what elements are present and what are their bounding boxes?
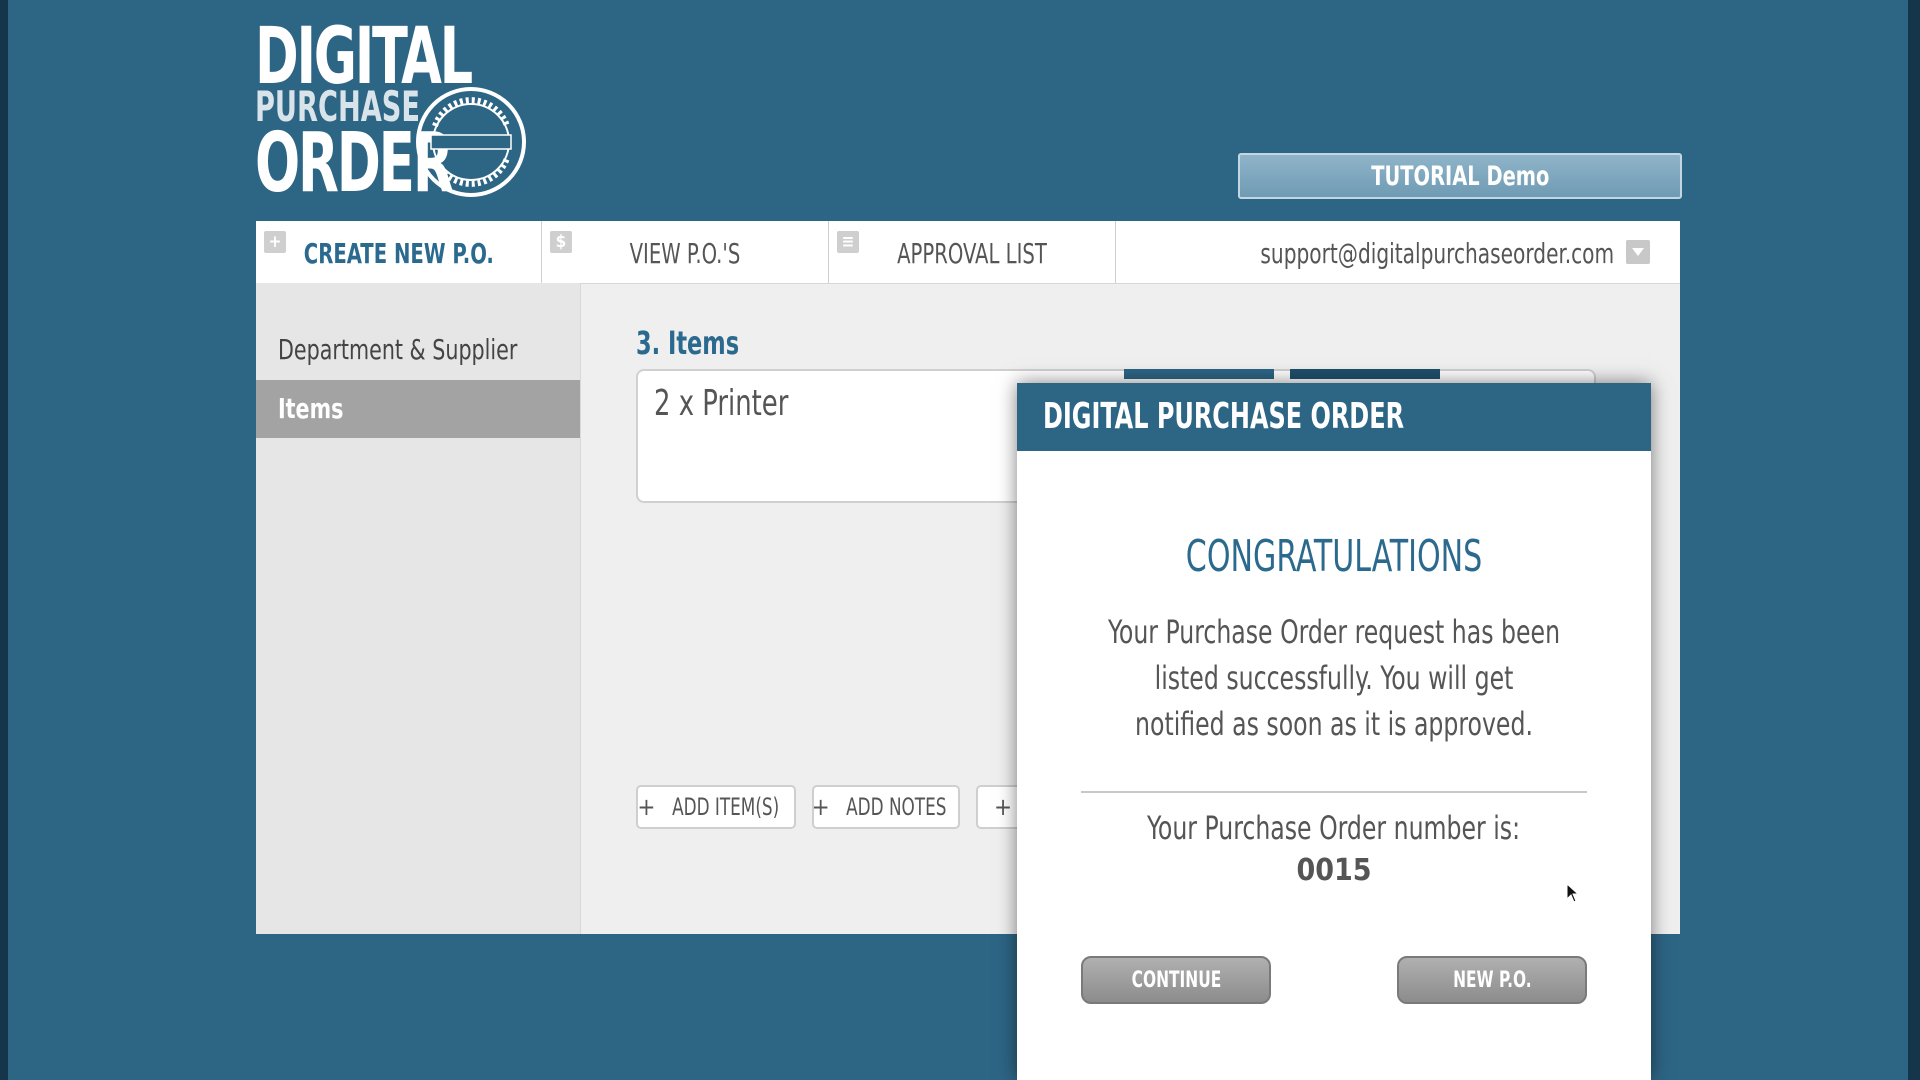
app-logo: DIGITAL PURCHASE ORDER (255, 18, 535, 205)
sidebar-item-label: Department & Supplier (278, 333, 518, 366)
congratulations-heading: CONGRATULATIONS (1185, 531, 1483, 582)
tutorial-demo-label: TUTORIAL Demo (1370, 160, 1550, 192)
step-sidebar: Department & Supplier Items (256, 283, 581, 934)
add-notes-button[interactable]: + ADD NOTES (812, 785, 960, 829)
new-po-label: NEW P.O. (1452, 967, 1532, 993)
screen-edge-right (1908, 0, 1920, 1080)
obscured-tab (1290, 369, 1440, 379)
seal-icon (416, 87, 526, 197)
continue-label: CONTINUE (1131, 967, 1221, 993)
success-message: Your Purchase Order request has been lis… (1107, 613, 1561, 743)
tab-create-new-po-label: CREATE NEW P.O. (303, 237, 494, 270)
divider (1081, 791, 1587, 793)
po-number: 0015 (1296, 853, 1372, 888)
po-number-label: Your Purchase Order number is: (1147, 809, 1521, 847)
tab-approval-list-label: APPROVAL LIST (897, 237, 1047, 270)
tab-create-new-po[interactable]: + CREATE NEW P.O. (256, 221, 542, 283)
add-notes-label: ADD NOTES (845, 793, 947, 821)
plus-icon: + (637, 793, 656, 821)
user-email: support@digitalpurchaseorder.com (1260, 237, 1614, 270)
tab-approval-list[interactable]: ≡ APPROVAL LIST (829, 221, 1116, 283)
sidebar-item-items[interactable]: Items (256, 380, 580, 438)
mouse-cursor-icon (1566, 883, 1580, 903)
continue-button[interactable]: CONTINUE (1081, 956, 1271, 1004)
success-modal: DIGITAL PURCHASE ORDER CONGRATULATIONS Y… (1017, 383, 1651, 1080)
user-account-menu[interactable]: support@digitalpurchaseorder.com (1116, 221, 1680, 283)
obscured-tab (1124, 369, 1274, 379)
tab-view-pos[interactable]: $ VIEW P.O.'S (542, 221, 829, 283)
tutorial-demo-button[interactable]: TUTORIAL Demo (1238, 153, 1682, 199)
items-text: 2 x Printer (654, 383, 789, 424)
tab-view-pos-label: VIEW P.O.'S (629, 237, 741, 270)
new-po-button[interactable]: NEW P.O. (1397, 956, 1587, 1004)
screen-edge-left (0, 0, 8, 1080)
sidebar-item-department-supplier[interactable]: Department & Supplier (256, 321, 580, 379)
plus-icon: + (811, 793, 830, 821)
section-title: 3. Items (636, 324, 740, 362)
add-items-button[interactable]: + ADD ITEM(S) (636, 785, 796, 829)
add-items-label: ADD ITEM(S) (672, 793, 780, 821)
sidebar-item-label: Items (278, 392, 344, 425)
plus-icon: + (994, 793, 1013, 821)
chevron-down-icon[interactable] (1626, 240, 1650, 264)
modal-title: DIGITAL PURCHASE ORDER (1043, 396, 1405, 437)
top-navigation: + CREATE NEW P.O. $ VIEW P.O.'S ≡ APPROV… (256, 221, 1680, 284)
